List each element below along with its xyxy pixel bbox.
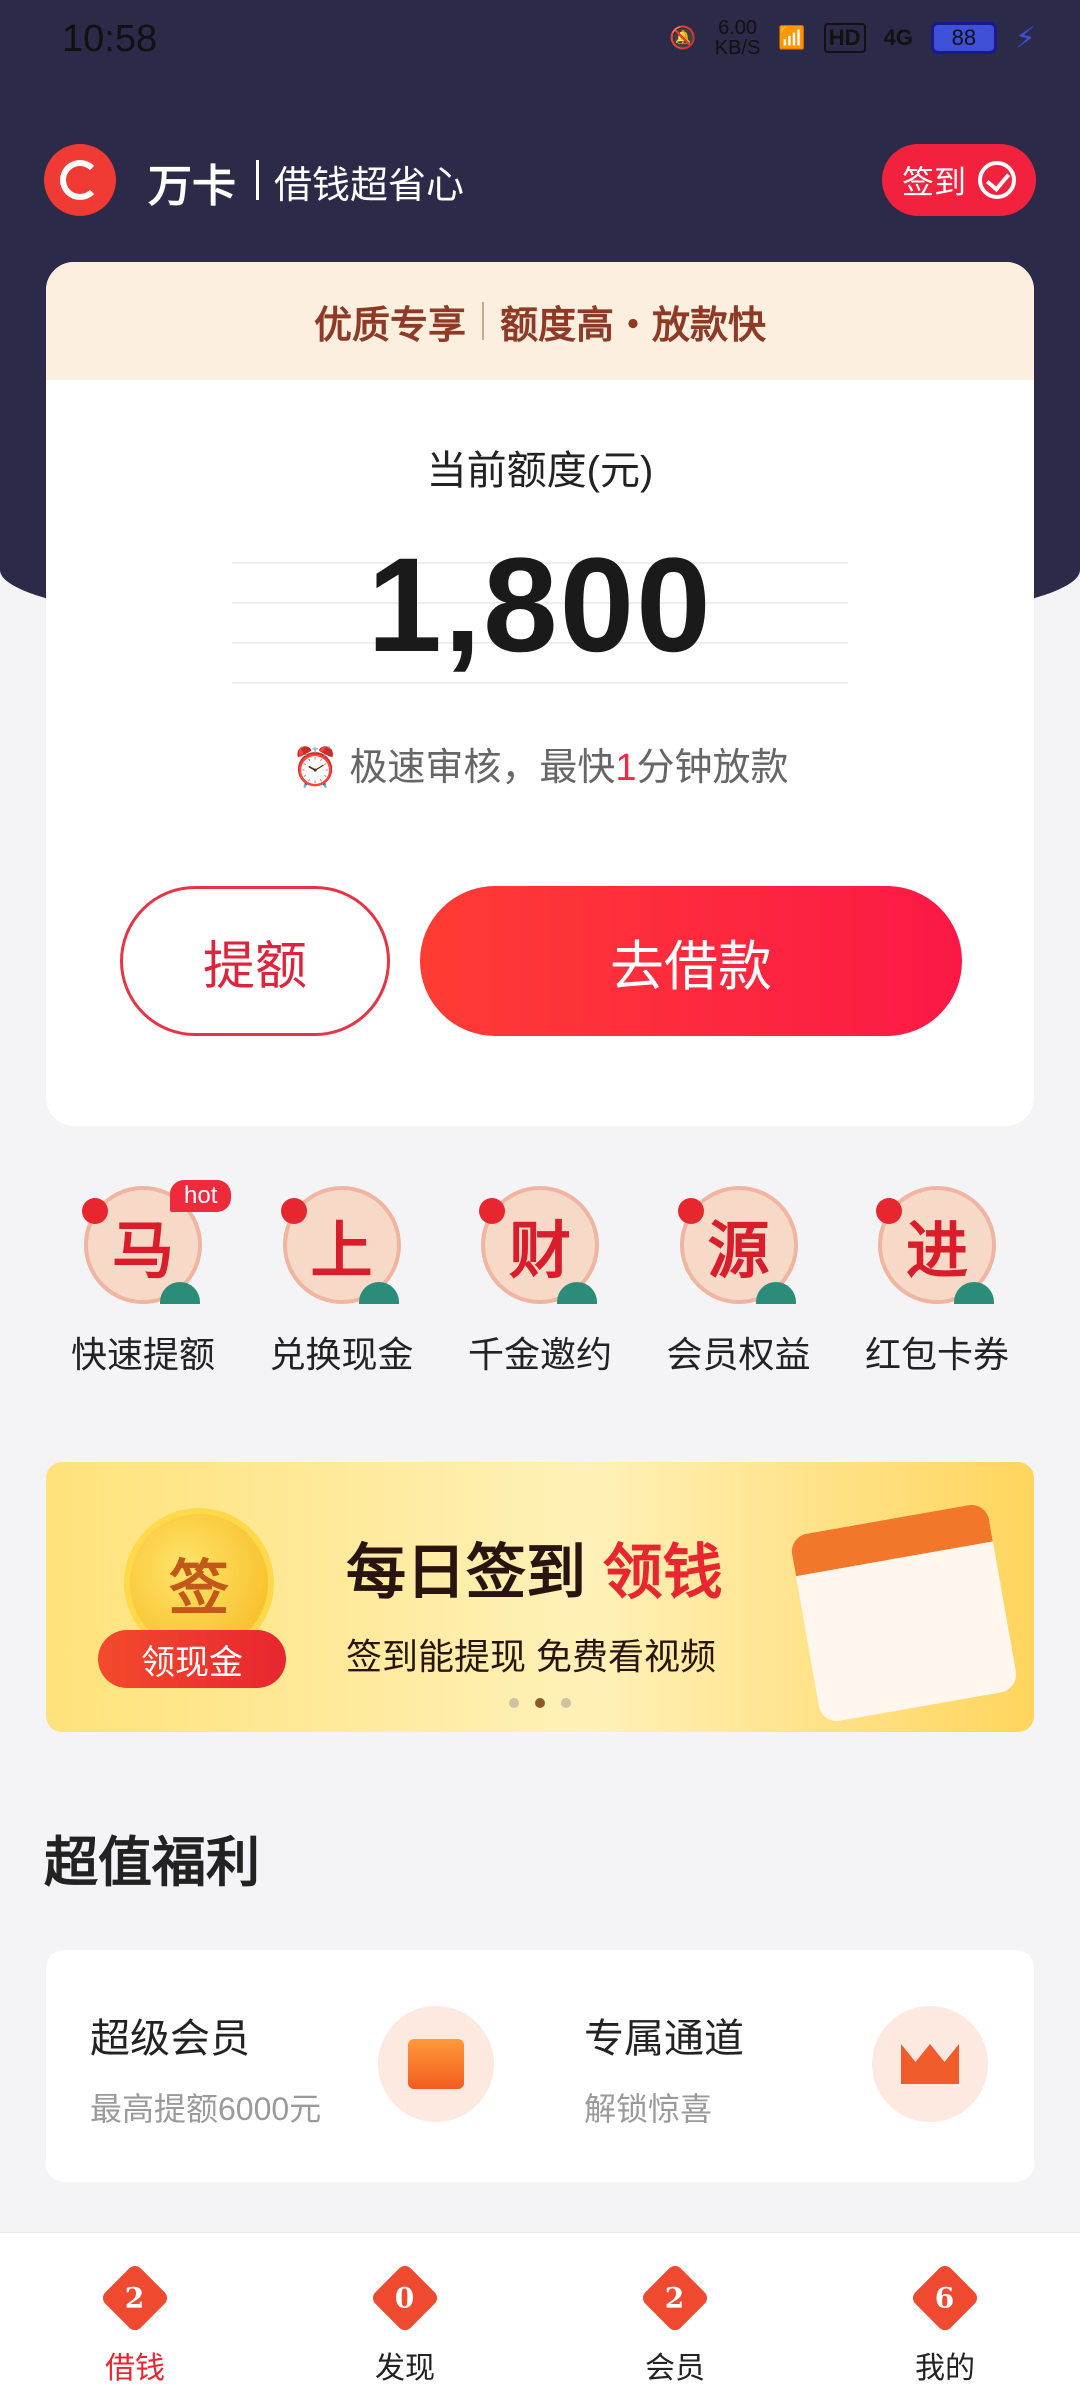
section-title: 超值福利 <box>44 1833 260 1893</box>
benefit-subtitle: 解锁惊喜 <box>584 2091 713 2127</box>
tab-mine[interactable]: 6 我的 <box>810 2233 1080 2400</box>
benefit-super-member[interactable]: 超级会员 最高提额6000元 <box>46 1950 540 2182</box>
quick-action-exchange-cash[interactable]: 上 兑换现金 <box>245 1186 439 1386</box>
benefit-title: 超级会员 <box>90 2017 250 2061</box>
calendar-icon <box>789 1502 1019 1724</box>
carousel-indicator <box>46 1698 1034 1708</box>
quick-action-member-rights[interactable]: 源 会员权益 <box>642 1186 836 1386</box>
alarm-clock-icon: ⏰ <box>291 747 339 789</box>
tab-borrow[interactable]: 2 借钱 <box>0 2233 270 2400</box>
benefit-exclusive-channel[interactable]: 专属通道 解锁惊喜 <box>540 1950 1034 2182</box>
battery-icon: 88 <box>930 22 997 54</box>
quick-actions: 马 hot 快速提额 上 兑换现金 财 千金邀约 源 会员权益 进 红包卡券 <box>46 1180 1034 1386</box>
bottom-tab-bar: 2 借钱 0 发现 2 会员 6 我的 <box>0 2232 1080 2400</box>
borrow-button[interactable]: 去借款 <box>420 886 962 1036</box>
tab-member[interactable]: 2 会员 <box>540 2233 810 2400</box>
app-name: 万卡 <box>148 162 236 211</box>
quick-action-label: 快速提额 <box>70 1334 215 1375</box>
carousel-dot-active <box>535 1698 545 1708</box>
credit-amount: 1,800 <box>367 531 713 680</box>
get-cash-pill: 领现金 <box>98 1630 286 1688</box>
network-speed: 6.00 KB/S <box>714 17 761 59</box>
checkin-label: 签到 <box>901 164 966 200</box>
tab-label: 借钱 <box>105 2352 165 2385</box>
quick-action-label: 红包卡券 <box>864 1334 1009 1375</box>
card-banner: 优质专享 额度高・放款快 <box>46 262 1034 380</box>
benefit-title: 专属通道 <box>584 2017 744 2061</box>
cai-emblem-icon: 财 <box>479 1186 599 1304</box>
app-slogan: 借钱超省心 <box>274 165 465 207</box>
app-logo-icon <box>44 144 116 216</box>
raise-limit-button[interactable]: 提额 <box>120 886 390 1036</box>
status-time: 10:58 <box>62 18 158 60</box>
amount-area: 1,800 <box>232 524 848 688</box>
daily-checkin-banner[interactable]: 签 领现金 每日签到 领钱 签到能提现 免费看视频 <box>46 1462 1034 1732</box>
shang-emblem-icon: 上 <box>280 1186 401 1304</box>
status-icons: 🔕 6.00 KB/S 📶 HD 4G 88 ⚡ <box>669 18 1036 58</box>
quick-action-coupons[interactable]: 进 红包卡券 <box>840 1186 1034 1386</box>
tab-discover[interactable]: 0 发现 <box>270 2233 540 2400</box>
benefits-panel: 超级会员 最高提额6000元 专属通道 解锁惊喜 <box>46 1950 1034 2182</box>
crown-icon <box>872 2006 988 2122</box>
carousel-dot <box>509 1698 519 1708</box>
banner-divider <box>482 302 484 340</box>
hot-badge: hot <box>170 1180 232 1212</box>
title-divider <box>256 160 259 200</box>
card-banner-left: 优质专享 <box>313 301 466 347</box>
signal-icon: 4G <box>883 25 913 50</box>
credit-card-panel: 优质专享 额度高・放款快 当前额度(元) 1,800 ⏰ 极速审核，最快1分钟放… <box>46 262 1034 1126</box>
charging-icon: ⚡ <box>1014 21 1036 55</box>
yuan-emblem-icon: 源 <box>677 1186 798 1304</box>
quick-action-fast-raise[interactable]: 马 hot 快速提额 <box>46 1180 240 1386</box>
discover-tab-icon: 0 <box>369 2262 441 2334</box>
quick-action-label: 会员权益 <box>666 1334 811 1375</box>
check-circle-icon <box>978 161 1016 199</box>
jin-emblem-icon: 进 <box>876 1186 996 1304</box>
app-bar: 万卡 借钱超省心 签到 <box>0 136 1080 222</box>
mute-icon: 🔕 <box>669 25 697 50</box>
quick-action-invite[interactable]: 财 千金邀约 <box>443 1186 637 1386</box>
mine-tab-icon: 6 <box>909 2262 981 2334</box>
fast-review-note: ⏰ 极速审核，最快1分钟放款 <box>291 747 789 789</box>
carousel-dot <box>561 1698 571 1708</box>
limit-label: 当前额度(元) <box>426 449 654 493</box>
quick-action-label: 千金邀约 <box>467 1334 612 1375</box>
borrow-tab-icon: 2 <box>99 2262 171 2334</box>
banner-title: 每日签到 领钱 <box>346 1539 723 1606</box>
wifi-icon: 📶 <box>778 25 806 50</box>
tab-label: 发现 <box>375 2352 435 2385</box>
quick-action-label: 兑换现金 <box>269 1334 414 1375</box>
status-bar: 10:58 🔕 6.00 KB/S 📶 HD 4G 88 ⚡ <box>0 0 1080 84</box>
benefit-subtitle: 最高提额6000元 <box>90 2091 322 2127</box>
member-tab-icon: 2 <box>639 2262 711 2334</box>
gift-box-icon <box>378 2006 494 2122</box>
card-banner-right: 额度高・放款快 <box>500 301 767 347</box>
banner-subtitle: 签到能提现 免费看视频 <box>346 1636 717 1677</box>
checkin-button[interactable]: 签到 <box>882 144 1036 216</box>
tab-label: 我的 <box>915 2352 975 2385</box>
hd-icon: HD <box>823 23 866 53</box>
tab-label: 会员 <box>645 2352 705 2385</box>
